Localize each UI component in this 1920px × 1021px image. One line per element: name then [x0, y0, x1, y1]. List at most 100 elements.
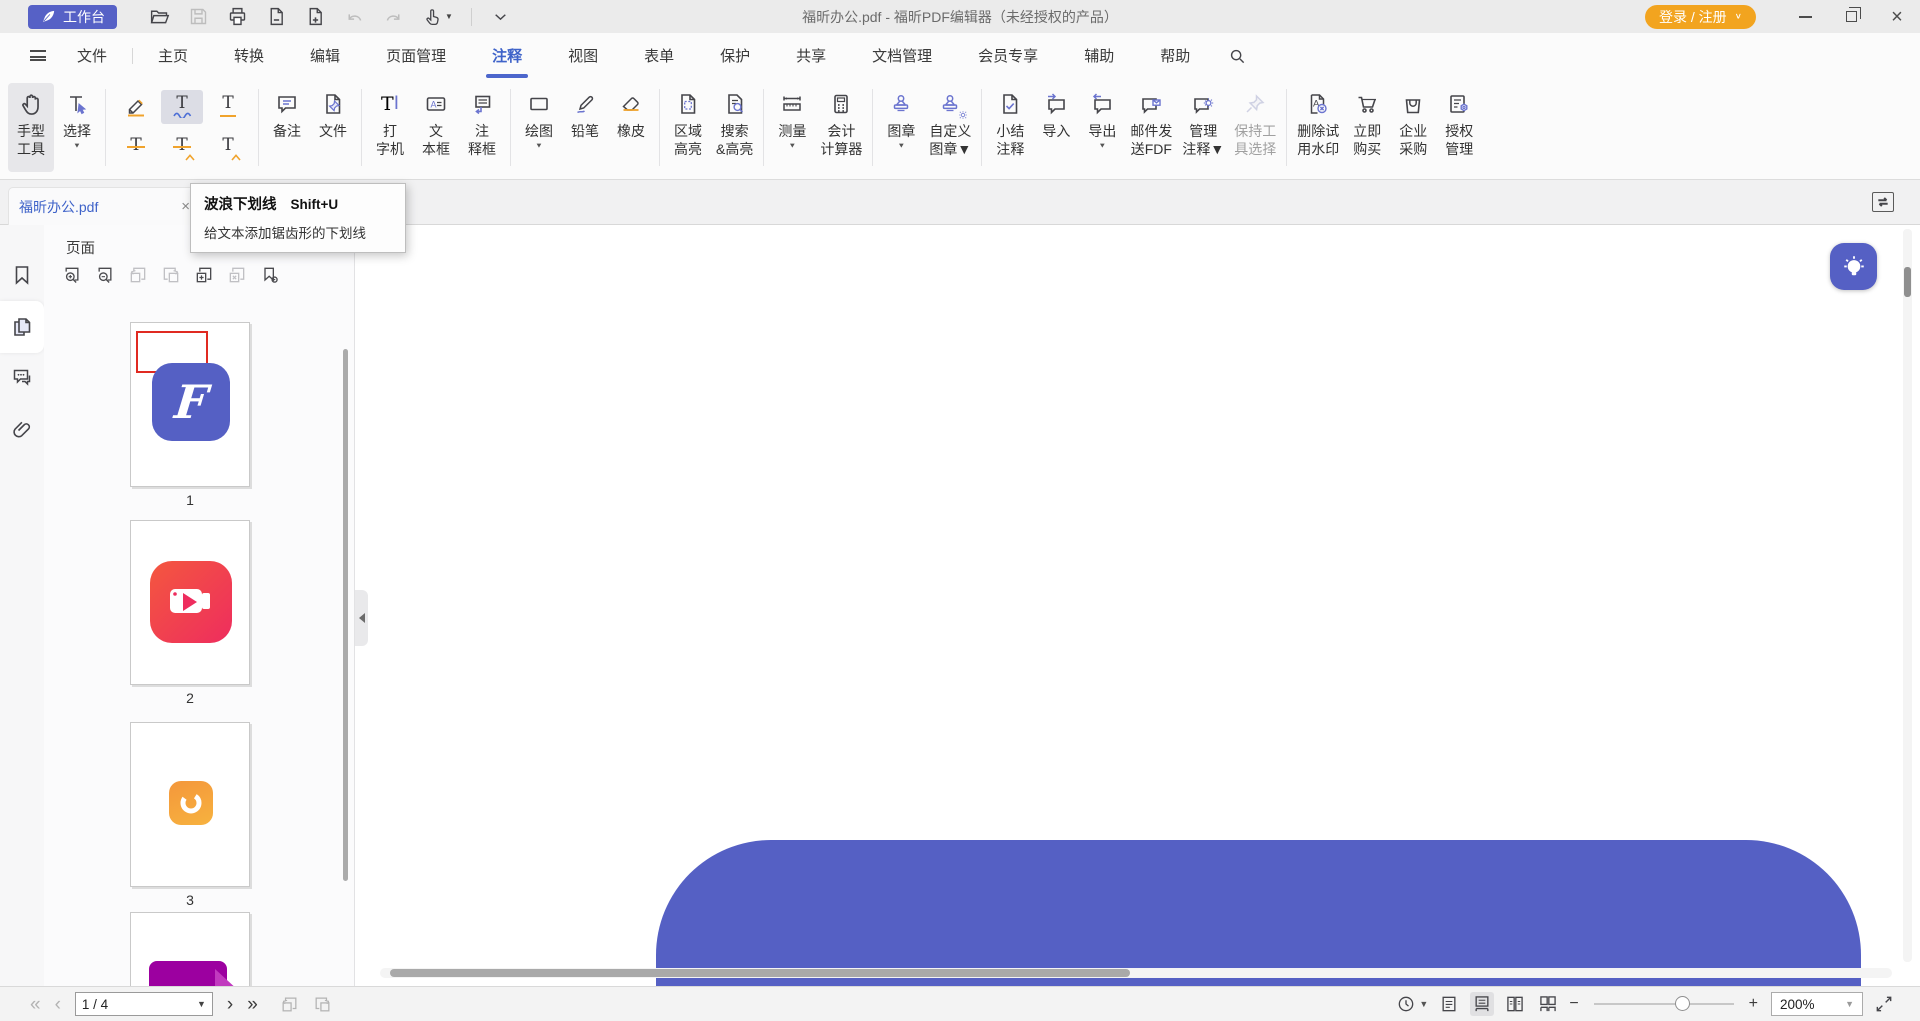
comments-panel-button[interactable]	[0, 357, 44, 397]
menu-item-protect[interactable]: 保护	[710, 39, 760, 72]
underline-tool[interactable]: T	[207, 90, 249, 124]
next-page-button[interactable]: ›	[227, 995, 233, 1014]
callout-button[interactable]: 注 释框	[459, 83, 505, 172]
dropdown-arrow-icon[interactable]: ▼	[197, 999, 206, 1009]
typewriter-button[interactable]: TI 打 字机	[367, 83, 413, 172]
summarize-comments-button[interactable]: 小结 注释	[987, 83, 1033, 172]
rotate-right-icon[interactable]	[313, 995, 332, 1014]
collapse-panel-handle[interactable]	[355, 590, 368, 646]
zoom-slider-thumb[interactable]	[1675, 996, 1690, 1011]
workspace-button[interactable]: 工作台	[28, 5, 117, 29]
delete-page-icon[interactable]	[227, 265, 247, 285]
previous-page-button[interactable]: ‹	[55, 995, 61, 1014]
export-comments-button[interactable]: 导出 ▼	[1079, 83, 1125, 172]
zoom-slider[interactable]	[1594, 1003, 1734, 1005]
insert-page-icon[interactable]	[194, 265, 214, 285]
menu-item-document[interactable]: 文档管理	[862, 39, 942, 72]
menu-item-accessibility[interactable]: 辅助	[1074, 39, 1124, 72]
document-tab[interactable]: 福昕办公.pdf ×	[8, 187, 203, 225]
menu-item-comment[interactable]: 注释	[482, 39, 532, 72]
insert-page-icon[interactable]	[305, 6, 326, 27]
menu-item-home[interactable]: 主页	[148, 39, 198, 72]
horizontal-scrollbar[interactable]	[380, 968, 1892, 978]
dropdown-arrow-icon[interactable]: ▼	[1845, 999, 1854, 1009]
panel-layout-toggle-button[interactable]	[1872, 192, 1894, 212]
vertical-scrollbar[interactable]	[1903, 229, 1912, 962]
area-highlight-button[interactable]: 区域 高亮	[665, 83, 711, 172]
rotate-left-icon[interactable]	[280, 995, 299, 1014]
buy-now-button[interactable]: 立即 购买	[1344, 83, 1390, 172]
undo-icon[interactable]	[344, 6, 365, 27]
textbox-button[interactable]: 文 本框	[413, 83, 459, 172]
custom-stamp-button[interactable]: 自定义 图章▼	[924, 83, 976, 172]
search-highlight-button[interactable]: 搜索 &高亮	[711, 83, 758, 172]
close-button[interactable]: ×	[1874, 0, 1920, 33]
horizontal-scroll-thumb[interactable]	[390, 969, 1130, 977]
insert-text-tool[interactable]: T	[207, 132, 249, 166]
menu-item-convert[interactable]: 转换	[224, 39, 274, 72]
delete-trial-watermark-button[interactable]: 删除试 用水印	[1292, 83, 1344, 172]
vertical-scroll-thumb[interactable]	[1904, 267, 1911, 297]
note-button[interactable]: 备注	[264, 83, 310, 172]
eraser-button[interactable]: 橡皮	[608, 83, 654, 172]
pencil-button[interactable]: 铅笔	[562, 83, 608, 172]
keep-tool-selected-button[interactable]: 保持工 具选择	[1229, 83, 1281, 172]
print-icon[interactable]	[227, 6, 248, 27]
single-page-view-button[interactable]	[1437, 992, 1461, 1016]
page-thumbnail-2[interactable]: 2	[130, 520, 250, 706]
hand-tool-button[interactable]: 手型 工具	[8, 83, 54, 172]
page-indicator-box[interactable]: ▼	[75, 992, 213, 1016]
search-icon[interactable]	[1227, 46, 1247, 66]
zoom-level-input[interactable]	[1780, 997, 1845, 1012]
facing-continuous-view-button[interactable]	[1536, 992, 1560, 1016]
tips-lightbulb-button[interactable]	[1830, 243, 1877, 290]
continuous-view-button[interactable]	[1470, 992, 1494, 1016]
menu-item-form[interactable]: 表单	[634, 39, 684, 72]
recent-zoom-button[interactable]: ▼	[1396, 994, 1428, 1014]
zoom-in-button[interactable]: +	[1749, 996, 1758, 1012]
zoom-out-button[interactable]: −	[1569, 996, 1578, 1012]
document-canvas[interactable]	[355, 225, 1920, 986]
enterprise-purchase-button[interactable]: 企业 采购	[1390, 83, 1436, 172]
zoom-out-thumbnails-icon[interactable]	[95, 265, 115, 285]
calculator-button[interactable]: 会计 计算器	[815, 83, 867, 172]
replace-text-tool[interactable]: T	[161, 132, 203, 166]
menu-item-membership[interactable]: 会员专享	[968, 39, 1048, 72]
strikeout-tool[interactable]: T	[115, 132, 157, 166]
restore-button[interactable]	[1828, 0, 1874, 33]
save-icon[interactable]	[188, 6, 209, 27]
select-tool-button[interactable]: 选择 ▼	[54, 83, 100, 172]
first-page-button[interactable]: «	[30, 995, 41, 1014]
menu-item-help[interactable]: 帮助	[1150, 39, 1200, 72]
minimize-button[interactable]	[1782, 0, 1828, 33]
zoom-level-box[interactable]: ▼	[1771, 992, 1863, 1016]
pages-panel-button[interactable]	[0, 301, 44, 353]
email-fdf-button[interactable]: 邮件发 送FDF	[1125, 83, 1177, 172]
customize-toolbar-icon[interactable]	[490, 6, 511, 27]
import-comments-button[interactable]: 导入	[1033, 83, 1079, 172]
menu-item-view[interactable]: 视图	[558, 39, 608, 72]
page-thumbnail-1[interactable]: F 1	[130, 322, 250, 508]
bookmarks-panel-button[interactable]	[0, 255, 44, 295]
menu-item-share[interactable]: 共享	[786, 39, 836, 72]
manage-comments-button[interactable]: 管理 注释▼	[1177, 83, 1229, 172]
facing-view-button[interactable]	[1503, 992, 1527, 1016]
fullscreen-button[interactable]	[1872, 992, 1896, 1016]
license-management-button[interactable]: 授权 管理	[1436, 83, 1482, 172]
zoom-in-thumbnails-icon[interactable]	[62, 265, 82, 285]
page-indicator-input[interactable]	[82, 997, 197, 1012]
highlight-tool[interactable]	[115, 90, 157, 124]
drawing-button[interactable]: 绘图 ▼	[516, 83, 562, 172]
page-thumbnail-3[interactable]: 3	[130, 722, 250, 908]
rotate-left-page-icon[interactable]	[128, 265, 148, 285]
rotate-right-page-icon[interactable]	[161, 265, 181, 285]
attachments-panel-button[interactable]	[0, 410, 44, 450]
stamp-button[interactable]: 图章 ▼	[878, 83, 924, 172]
menu-item-organize[interactable]: 页面管理	[376, 39, 456, 72]
panel-scrollbar[interactable]	[343, 349, 348, 881]
measure-button[interactable]: 测量 ▼	[769, 83, 815, 172]
hamburger-icon[interactable]	[30, 50, 46, 61]
touch-mode-button[interactable]: ▼	[422, 6, 453, 27]
redo-icon[interactable]	[383, 6, 404, 27]
menu-item-file[interactable]: 文件	[67, 39, 117, 72]
